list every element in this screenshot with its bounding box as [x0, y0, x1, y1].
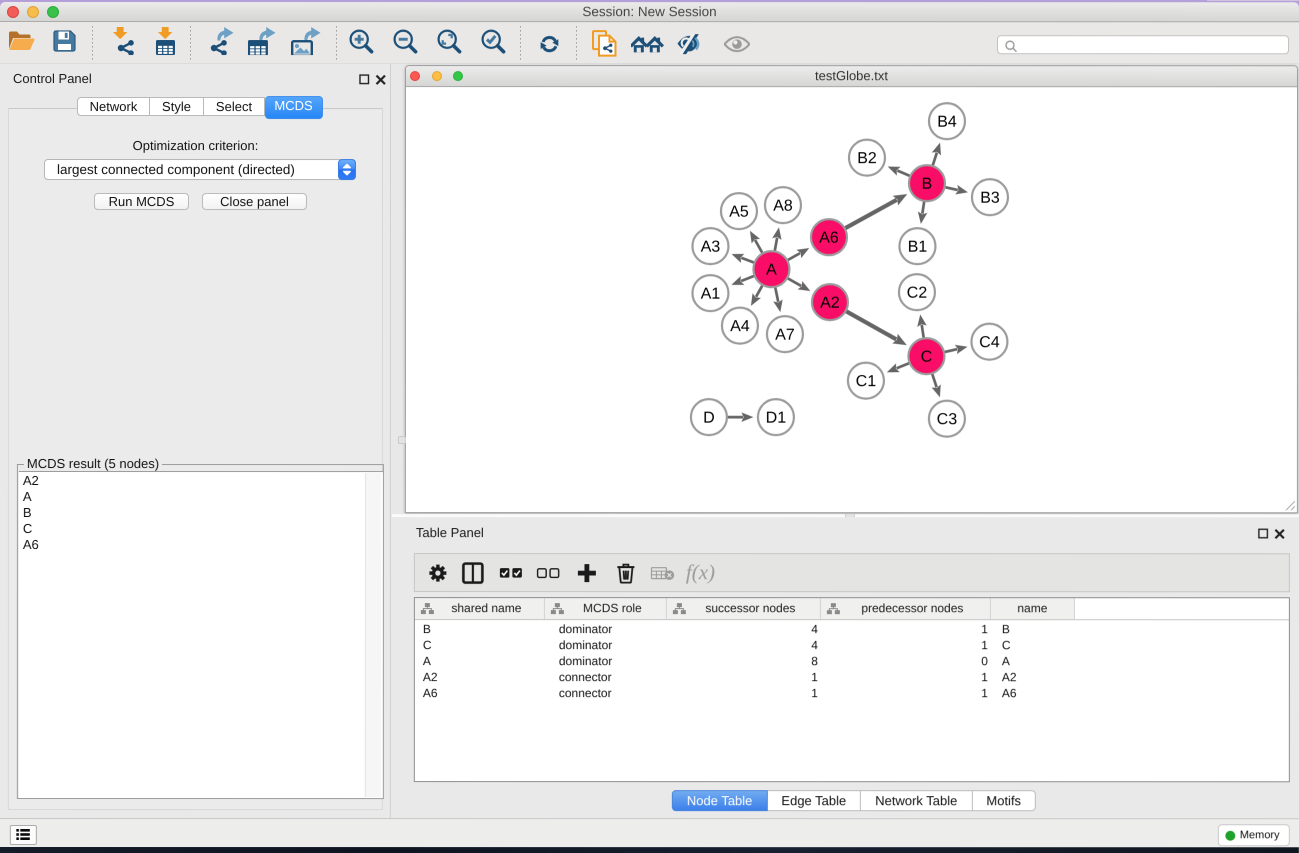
svg-text:C2: C2	[907, 285, 928, 302]
svg-text:A: A	[766, 262, 777, 279]
svg-text:D: D	[703, 410, 715, 427]
svg-text:A8: A8	[773, 198, 793, 215]
svg-text:A1: A1	[701, 286, 721, 303]
svg-text:A2: A2	[820, 295, 840, 312]
svg-text:C4: C4	[979, 334, 1000, 351]
svg-text:B3: B3	[980, 190, 1000, 207]
svg-text:A5: A5	[729, 204, 749, 221]
svg-text:B2: B2	[857, 150, 877, 167]
svg-text:A3: A3	[701, 239, 721, 256]
svg-text:A7: A7	[775, 327, 795, 344]
svg-text:A6: A6	[819, 230, 839, 247]
svg-text:A4: A4	[730, 318, 750, 335]
svg-text:C1: C1	[856, 373, 877, 390]
svg-text:B1: B1	[908, 239, 928, 256]
svg-text:B4: B4	[937, 114, 957, 131]
svg-text:D1: D1	[766, 410, 787, 427]
svg-text:C: C	[921, 349, 933, 366]
svg-text:C3: C3	[937, 411, 958, 428]
svg-text:B: B	[922, 176, 933, 193]
